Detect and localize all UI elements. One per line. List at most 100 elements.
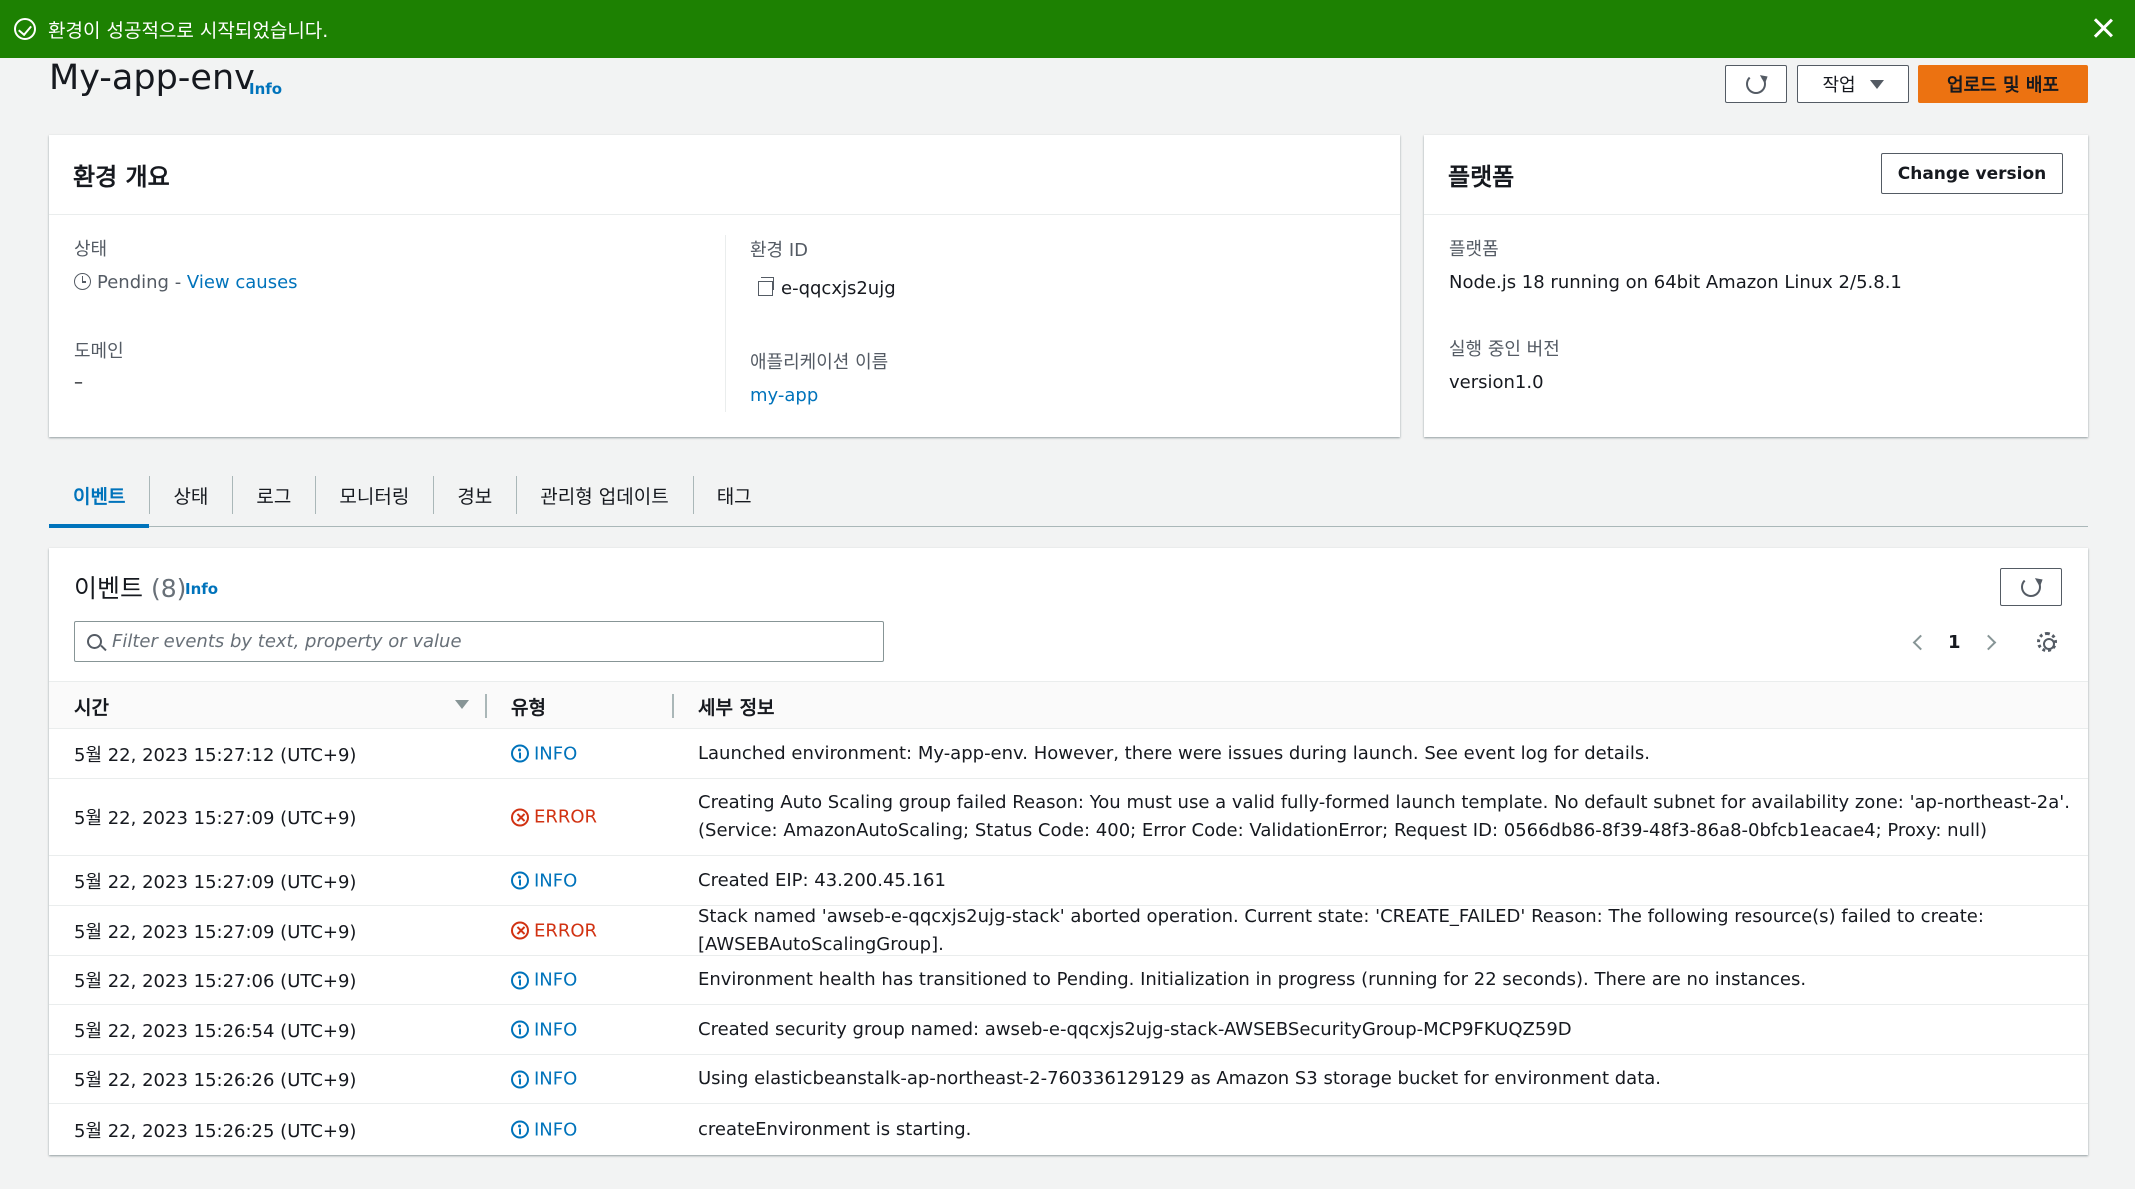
events-refresh-button[interactable] <box>2000 568 2062 606</box>
overview-header: 환경 개요 <box>49 135 1400 215</box>
tab-alarms[interactable]: 경보 <box>433 464 516 526</box>
tab-monitoring[interactable]: 모니터링 <box>315 464 433 526</box>
column-type[interactable]: 유형 <box>511 693 546 720</box>
event-time: 5월 22, 2023 15:27:09 (UTC+9) <box>74 808 357 829</box>
events-count: (8) <box>150 574 187 603</box>
status-text: Pending <box>97 272 169 293</box>
events-search-field[interactable] <box>74 621 884 662</box>
change-version-button[interactable]: Change version <box>1881 153 2063 194</box>
column-divider <box>725 235 726 412</box>
table-row: 5월 22, 2023 15:27:06 (UTC+9) INFO Enviro… <box>49 956 2088 1005</box>
refresh-icon <box>2021 577 2041 597</box>
event-time: 5월 22, 2023 15:27:09 (UTC+9) <box>74 871 357 893</box>
running-version-value: version1.0 <box>1449 372 1544 393</box>
events-title: 이벤트 (8) <box>74 569 186 605</box>
error-icon <box>511 921 529 940</box>
page-title: My-app-env <box>49 58 255 98</box>
actions-dropdown-button[interactable]: 작업 <box>1797 65 1909 103</box>
event-detail: Created security group named: awseb-e-qq… <box>698 1018 1572 1040</box>
event-type-text: INFO <box>534 743 578 764</box>
event-type: INFO <box>511 1119 577 1140</box>
event-type-text: ERROR <box>534 806 598 828</box>
success-check-icon <box>14 18 36 40</box>
events-title-text: 이벤트 <box>74 574 144 603</box>
domain-value: – <box>74 372 83 393</box>
table-row: 5월 22, 2023 15:26:25 (UTC+9) INFO create… <box>49 1104 2088 1155</box>
event-time: 5월 22, 2023 15:26:25 (UTC+9) <box>74 1120 357 1142</box>
env-id-value: e-qqcxjs2ujg <box>758 277 896 299</box>
column-detail[interactable]: 세부 정보 <box>698 693 775 720</box>
app-name-link[interactable]: my-app <box>750 385 818 406</box>
event-time: 5월 22, 2023 15:27:09 (UTC+9) <box>74 921 357 943</box>
chevron-right-icon[interactable] <box>1980 634 1996 650</box>
tab-events[interactable]: 이벤트 <box>49 464 150 528</box>
platform-value: Node.js 18 running on 64bit Amazon Linux… <box>1449 272 1902 293</box>
table-row: 5월 22, 2023 15:27:09 (UTC+9) ERROR Creat… <box>49 779 2088 856</box>
table-row: 5월 22, 2023 15:26:54 (UTC+9) INFO Create… <box>49 1005 2088 1055</box>
events-card: 이벤트 (8) Info 1 시간 유형 세부 정보 5월 22, 2023 1… <box>49 548 2088 1155</box>
status-separator: - <box>168 272 187 293</box>
event-type: INFO <box>511 1069 577 1090</box>
env-id-text: e-qqcxjs2ujg <box>781 278 896 299</box>
column-separator[interactable] <box>485 694 487 718</box>
domain-label: 도메인 <box>74 341 124 362</box>
info-icon <box>511 971 529 989</box>
events-search-input[interactable] <box>112 631 852 652</box>
chevron-left-icon[interactable] <box>1912 634 1929 650</box>
tab-managed-updates[interactable]: 관리형 업데이트 <box>516 464 692 526</box>
refresh-button[interactable] <box>1725 65 1787 103</box>
table-row: 5월 22, 2023 15:27:09 (UTC+9) INFO Create… <box>49 856 2088 906</box>
close-icon[interactable] <box>2089 14 2117 42</box>
app-name-label: 애플리케이션 이름 <box>750 352 889 373</box>
env-id-label: 환경 ID <box>750 240 809 261</box>
refresh-icon <box>1746 74 1766 94</box>
copy-icon[interactable] <box>758 277 774 296</box>
event-detail: Launched environment: My-app-env. Howeve… <box>698 742 1650 764</box>
error-icon <box>511 808 529 826</box>
status-value: Pending - View causes <box>74 272 298 293</box>
event-type-text: INFO <box>534 1068 578 1090</box>
event-type: ERROR <box>511 920 597 941</box>
clock-icon <box>74 273 91 290</box>
event-type: INFO <box>511 743 577 764</box>
view-causes-link[interactable]: View causes <box>187 272 298 293</box>
platform-label: 플랫폼 <box>1449 239 1499 260</box>
events-table-header: 시간 유형 세부 정보 <box>49 681 2088 729</box>
caret-down-icon <box>1869 79 1884 89</box>
info-icon <box>511 1070 529 1088</box>
info-icon <box>511 1120 529 1139</box>
event-type-text: INFO <box>534 1019 578 1040</box>
settings-gear-icon[interactable] <box>2037 632 2057 652</box>
tab-logs[interactable]: 로그 <box>232 464 315 526</box>
event-detail: Created EIP: 43.200.45.161 <box>698 869 946 891</box>
event-type: ERROR <box>511 807 597 828</box>
event-time: 5월 22, 2023 15:27:12 (UTC+9) <box>74 744 357 766</box>
event-type: INFO <box>511 870 577 891</box>
event-type-text: ERROR <box>534 920 598 941</box>
table-row: 5월 22, 2023 15:26:26 (UTC+9) INFO Using … <box>49 1055 2088 1104</box>
tab-bar: 이벤트 상태 로그 모니터링 경보 관리형 업데이트 태그 <box>49 464 2088 528</box>
info-icon <box>511 1020 529 1039</box>
info-icon <box>511 744 529 763</box>
column-separator[interactable] <box>672 694 674 718</box>
overview-title: 환경 개요 <box>73 163 170 191</box>
events-info-link[interactable]: Info <box>185 580 218 598</box>
event-time: 5월 22, 2023 15:27:06 (UTC+9) <box>74 971 357 992</box>
page-number[interactable]: 1 <box>1948 632 1961 653</box>
platform-card: 플랫폼 Change version 플랫폼 Node.js 18 runnin… <box>1424 135 2088 437</box>
event-detail: Environment health has transitioned to P… <box>698 969 1807 990</box>
pagination: 1 <box>1912 628 1996 656</box>
column-time[interactable]: 시간 <box>74 693 109 720</box>
event-type-text: INFO <box>534 1119 578 1140</box>
running-version-label: 실행 중인 버전 <box>1449 339 1560 360</box>
event-type-text: INFO <box>534 969 578 991</box>
sort-caret-down-icon[interactable] <box>455 700 469 709</box>
upload-deploy-button[interactable]: 업로드 및 배포 <box>1918 65 2088 103</box>
search-icon <box>87 634 102 649</box>
table-row: 5월 22, 2023 15:27:12 (UTC+9) INFO Launch… <box>49 729 2088 779</box>
tab-tags[interactable]: 태그 <box>692 464 776 526</box>
table-row: 5월 22, 2023 15:27:09 (UTC+9) ERROR Stack… <box>49 906 2088 956</box>
tab-health[interactable]: 상태 <box>149 464 232 526</box>
title-info-link[interactable]: Info <box>249 80 282 98</box>
event-time: 5월 22, 2023 15:26:26 (UTC+9) <box>74 1070 357 1091</box>
